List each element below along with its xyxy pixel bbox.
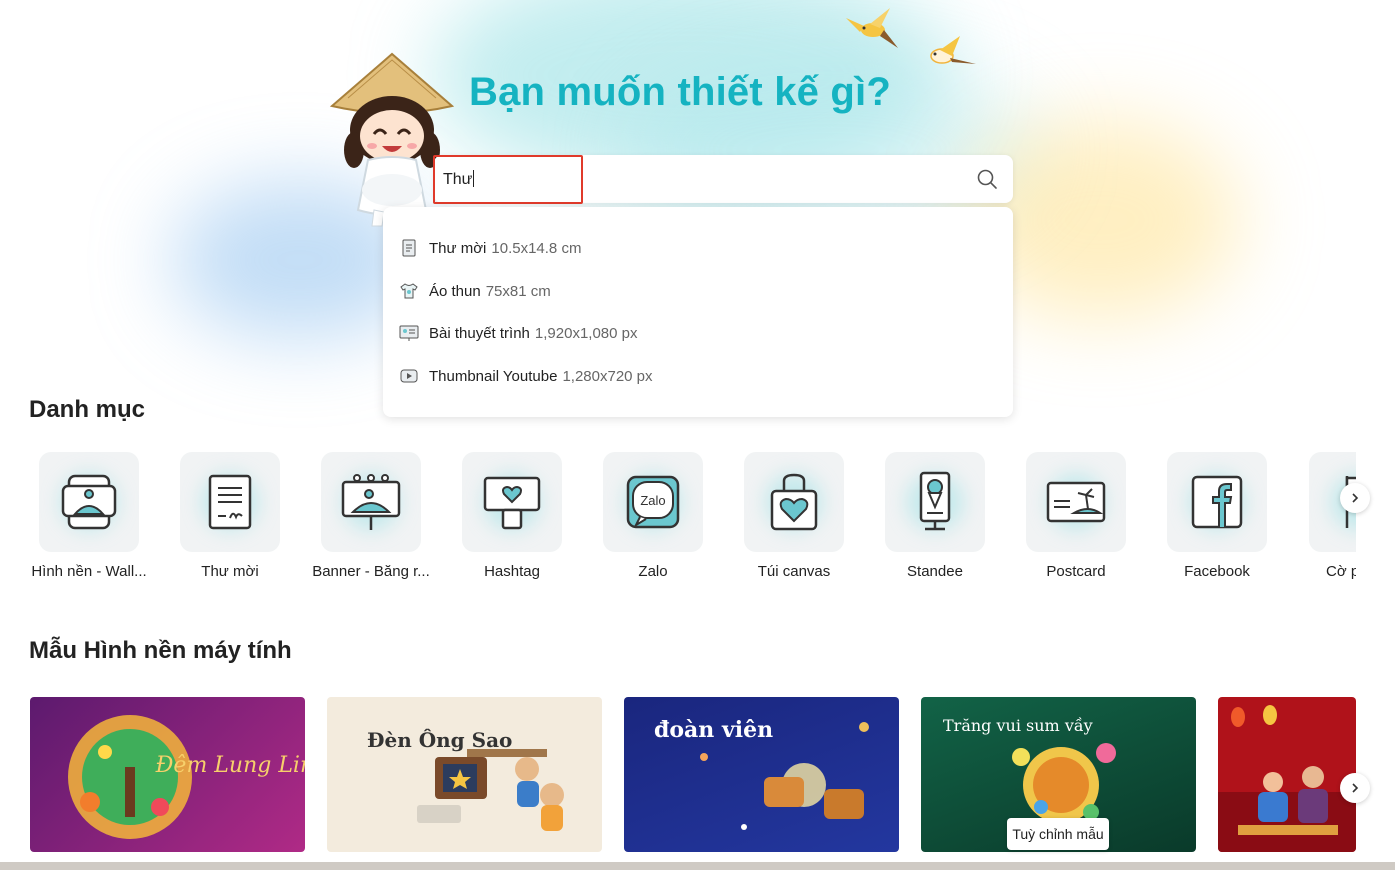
- suggestion-size: 1,280x720 px: [562, 367, 653, 385]
- category-facebook[interactable]: Facebook: [1147, 452, 1287, 580]
- suggestion-size: 75x81 cm: [485, 282, 551, 300]
- search-bar[interactable]: Thư: [434, 155, 1013, 203]
- mascot-illustration: [329, 52, 455, 227]
- template-thumbnail: Đêm Lung Linh: [68, 715, 305, 839]
- template-text: Đêm Lung Linh: [155, 753, 305, 778]
- birds-illustration: [846, 8, 976, 64]
- tote-bag-icon: [744, 452, 844, 552]
- category-hashtag[interactable]: Hashtag: [442, 452, 582, 580]
- suggestion-name: Bài thuyết trình: [429, 324, 530, 342]
- suggestion-item[interactable]: Thumbnail Youtube 1,280x720 px: [399, 361, 653, 391]
- category-label: Standee: [907, 563, 963, 580]
- category-banner[interactable]: Banner - Băng r...: [301, 452, 441, 580]
- template-text: đoàn viên: [654, 717, 773, 743]
- category-label: Zalo: [638, 563, 668, 580]
- category-standee[interactable]: Standee: [865, 452, 1005, 580]
- categories-next-button[interactable]: [1340, 483, 1370, 513]
- category-tote-bag[interactable]: Túi canvas: [724, 452, 864, 580]
- category-label: Hashtag: [484, 563, 540, 580]
- page-title: Bạn muốn thiết kế gì?: [469, 70, 891, 114]
- phone-wallpaper-icon: [39, 452, 139, 552]
- template-card[interactable]: đoàn viên: [624, 697, 899, 852]
- category-wallpaper[interactable]: Hình nền - Wall...: [19, 452, 159, 580]
- search-input[interactable]: Thư: [443, 170, 475, 189]
- template-thumbnail: [1218, 705, 1356, 852]
- template-card[interactable]: Đèn Ông Sao: [327, 697, 602, 852]
- suggestion-item[interactable]: Bài thuyết trình 1,920x1,080 px: [399, 318, 638, 348]
- suggestion-name: Áo thun: [429, 282, 481, 300]
- youtube-play-icon: [399, 366, 419, 386]
- suggestion-name: Thư mời: [429, 239, 487, 257]
- suggestion-size: 10.5x14.8 cm: [491, 239, 582, 257]
- zalo-icon: Zalo: [603, 452, 703, 552]
- suggestion-name: Thumbnail Youtube: [429, 367, 558, 385]
- window-bottom-edge: [0, 862, 1395, 870]
- category-zalo[interactable]: Zalo Zalo: [583, 452, 723, 580]
- search-input-value: Thư: [443, 171, 473, 188]
- facebook-icon: [1167, 452, 1267, 552]
- document-icon: [399, 238, 419, 258]
- suggestion-item[interactable]: Thư mời 10.5x14.8 cm: [399, 233, 581, 263]
- categories-title: Danh mục: [29, 396, 146, 423]
- banner-icon: [321, 452, 421, 552]
- tshirt-icon: [399, 281, 419, 301]
- templates-title: Mẫu Hình nền máy tính: [29, 637, 292, 664]
- category-label: Postcard: [1046, 563, 1106, 580]
- category-label: Thư mời: [201, 563, 259, 580]
- standee-icon: [885, 452, 985, 552]
- postcard-icon: [1026, 452, 1126, 552]
- presentation-icon: [399, 323, 419, 343]
- suggestion-size: 1,920x1,080 px: [534, 324, 638, 342]
- category-label: Túi canvas: [757, 563, 831, 580]
- template-thumbnail: đoàn viên: [654, 717, 869, 830]
- category-postcard[interactable]: Postcard: [1006, 452, 1146, 580]
- template-card[interactable]: [1218, 697, 1356, 852]
- hashtag-frame-icon: [462, 452, 562, 552]
- svg-text:Zalo: Zalo: [640, 493, 665, 508]
- category-label: Hình nền - Wall...: [31, 563, 147, 580]
- template-text: Trăng vui sum vầy: [943, 716, 1093, 735]
- customize-template-button[interactable]: Tuỳ chỉnh mẫu: [1007, 818, 1109, 850]
- search-suggestions-dropdown: Thư mời 10.5x14.8 cm Áo thun 75x81 cm Bà…: [383, 207, 1013, 417]
- template-text: Đèn Ông Sao: [367, 727, 512, 752]
- text-caret: [473, 170, 475, 187]
- invitation-icon: [180, 452, 280, 552]
- templates-next-button[interactable]: [1340, 773, 1370, 803]
- search-icon[interactable]: [976, 168, 998, 190]
- chevron-right-icon: [1352, 783, 1359, 793]
- template-card[interactable]: Đêm Lung Linh: [30, 697, 305, 852]
- template-thumbnail: Đèn Ông Sao: [367, 727, 564, 831]
- category-invitation[interactable]: Thư mời: [160, 452, 300, 580]
- chevron-right-icon: [1352, 493, 1359, 503]
- category-label: Banner - Băng r...: [312, 563, 430, 580]
- category-label: Facebook: [1184, 563, 1250, 580]
- suggestion-item[interactable]: Áo thun 75x81 cm: [399, 276, 551, 306]
